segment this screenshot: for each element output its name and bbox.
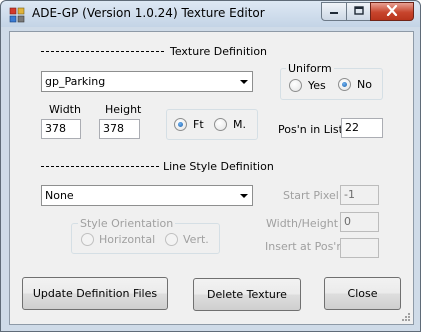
- maximize-icon: [353, 5, 364, 18]
- units-m-label: M.: [233, 118, 246, 131]
- delete-texture-label: Delete Texture: [207, 288, 287, 301]
- orientation-horizontal-radio[interactable]: [81, 233, 94, 246]
- app-icon: [9, 7, 25, 23]
- width-height-label: Width/Height: [266, 217, 339, 230]
- editor-panel: Texture Definition gp_Parking Uniform Ye…: [9, 31, 414, 325]
- width-height-field[interactable]: 0: [340, 212, 379, 232]
- window-title: ADE-GP (Version 1.0.24) Texture Editor: [32, 6, 265, 20]
- line-style-combo-value: None: [45, 189, 74, 202]
- units-ft-radio[interactable]: [174, 118, 187, 131]
- texture-combo[interactable]: gp_Parking: [41, 71, 253, 92]
- units-ft-label: Ft: [193, 118, 204, 131]
- line-style-definition-label: Line Style Definition: [159, 160, 278, 173]
- uniform-no-label: No: [357, 78, 372, 91]
- uniform-yes-label: Yes: [308, 79, 326, 92]
- uniform-title: Uniform: [286, 62, 334, 75]
- chevron-down-icon: [240, 80, 248, 84]
- orientation-horizontal-label: Horizontal: [99, 233, 156, 246]
- texture-combo-value: gp_Parking: [45, 75, 106, 88]
- width-field[interactable]: 378: [41, 119, 81, 139]
- height-field[interactable]: 378: [99, 119, 140, 139]
- pos-in-list-value: 22: [345, 121, 359, 134]
- start-pixel-label: Start Pixel: [283, 189, 339, 202]
- update-definition-files-button[interactable]: Update Definition Files: [22, 277, 168, 310]
- resize-grip-icon[interactable]: [401, 312, 411, 322]
- delete-texture-button[interactable]: Delete Texture: [193, 278, 301, 311]
- units-m-radio[interactable]: [214, 118, 227, 131]
- minimize-button[interactable]: [321, 2, 347, 21]
- texture-editor-window: ADE-GP (Version 1.0.24) Texture Editor T…: [0, 0, 421, 332]
- height-value: 378: [103, 122, 124, 135]
- start-pixel-field[interactable]: -1: [340, 185, 379, 205]
- close-window-button[interactable]: [370, 2, 414, 21]
- pos-in-list-label: Pos'n in List: [278, 123, 343, 136]
- minimize-icon: [329, 5, 339, 18]
- chevron-down-icon: [240, 194, 248, 198]
- insert-at-pos-field[interactable]: [340, 238, 379, 258]
- close-button[interactable]: Close: [324, 277, 401, 310]
- style-orientation-title: Style Orientation: [78, 217, 176, 230]
- uniform-yes-radio[interactable]: [289, 79, 302, 92]
- title-bar[interactable]: ADE-GP (Version 1.0.24) Texture Editor: [1, 1, 420, 27]
- height-label: Height: [105, 103, 142, 116]
- orientation-vertical-label: Vert.: [183, 233, 209, 246]
- width-height-value: 0: [344, 215, 351, 228]
- update-definition-files-label: Update Definition Files: [32, 287, 158, 300]
- texture-definition-label: Texture Definition: [166, 45, 272, 58]
- width-label: Width: [49, 103, 81, 116]
- close-label: Close: [347, 287, 378, 300]
- uniform-no-radio[interactable]: [338, 78, 351, 91]
- start-pixel-value: -1: [344, 188, 355, 201]
- width-value: 378: [45, 122, 66, 135]
- close-icon: [386, 4, 398, 19]
- insert-at-pos-label: Insert at Pos'n: [265, 240, 344, 253]
- pos-in-list-field[interactable]: 22: [341, 118, 383, 138]
- orientation-vertical-radio[interactable]: [165, 233, 178, 246]
- maximize-button[interactable]: [346, 2, 371, 21]
- line-style-combo[interactable]: None: [41, 185, 253, 206]
